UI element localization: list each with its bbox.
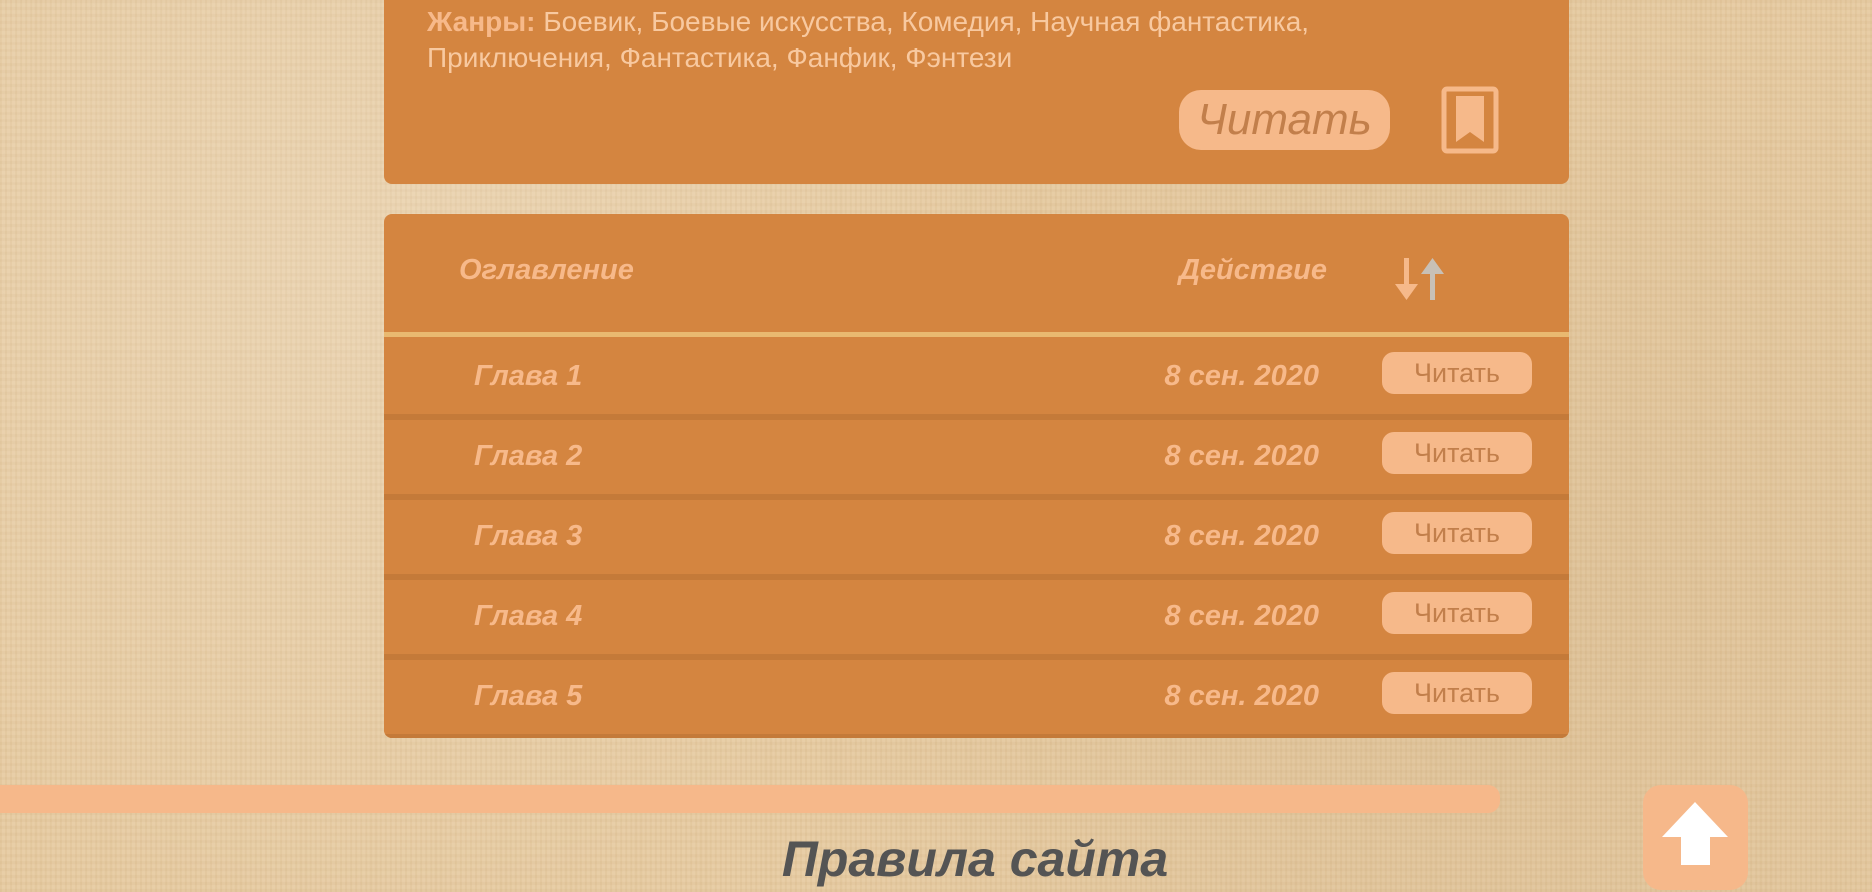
chapter-read-button[interactable]: Читать [1382,432,1532,474]
header-divider [384,332,1569,337]
genres-line: Жанры: Боевик, Боевые искусства, Комедия… [427,4,1427,76]
site-rules-link[interactable]: Правила сайта [0,830,1872,888]
chapter-row: Глава 5 8 сен. 2020 Читать [384,660,1569,738]
genres-list[interactable]: Боевик, Боевые искусства, Комедия, Научн… [427,6,1309,73]
arrow-up-icon[interactable] [1643,785,1748,890]
chapter-date: 8 сен. 2020 [1164,440,1319,472]
chapter-title[interactable]: Глава 5 [474,680,582,713]
chapter-date: 8 сен. 2020 [1164,360,1319,392]
contents-title: Оглавление [459,254,634,286]
chapter-row: Глава 2 8 сен. 2020 Читать [384,420,1569,500]
footer-bar [0,785,1500,813]
chapter-read-button[interactable]: Читать [1382,592,1532,634]
sort-arrows-icon[interactable] [1392,256,1452,302]
action-column-header: Действие [1178,254,1327,286]
chapter-date: 8 сен. 2020 [1164,600,1319,632]
book-info-card: Жанры: Боевик, Боевые искусства, Комедия… [384,0,1569,184]
chapter-title[interactable]: Глава 2 [474,440,582,473]
chapter-list: Глава 1 8 сен. 2020 Читать Глава 2 8 сен… [384,340,1569,738]
chapter-date: 8 сен. 2020 [1164,520,1319,552]
chapter-read-button[interactable]: Читать [1382,512,1532,554]
chapter-row: Глава 4 8 сен. 2020 Читать [384,580,1569,660]
chapter-date: 8 сен. 2020 [1164,680,1319,712]
chapter-read-button[interactable]: Читать [1382,352,1532,394]
read-button[interactable]: Читать [1179,90,1390,150]
contents-header: Оглавление Действие [384,214,1569,332]
bookmark-icon[interactable] [1441,86,1499,154]
genres-label: Жанры: [427,6,536,37]
chapter-title[interactable]: Глава 3 [474,520,582,553]
chapter-title[interactable]: Глава 4 [474,600,582,633]
chapter-read-button[interactable]: Читать [1382,672,1532,714]
chapter-title[interactable]: Глава 1 [474,360,582,393]
chapter-row: Глава 1 8 сен. 2020 Читать [384,340,1569,420]
chapter-row: Глава 3 8 сен. 2020 Читать [384,500,1569,580]
table-of-contents: Оглавление Действие Глава 1 8 сен. 2020 … [384,214,1569,738]
